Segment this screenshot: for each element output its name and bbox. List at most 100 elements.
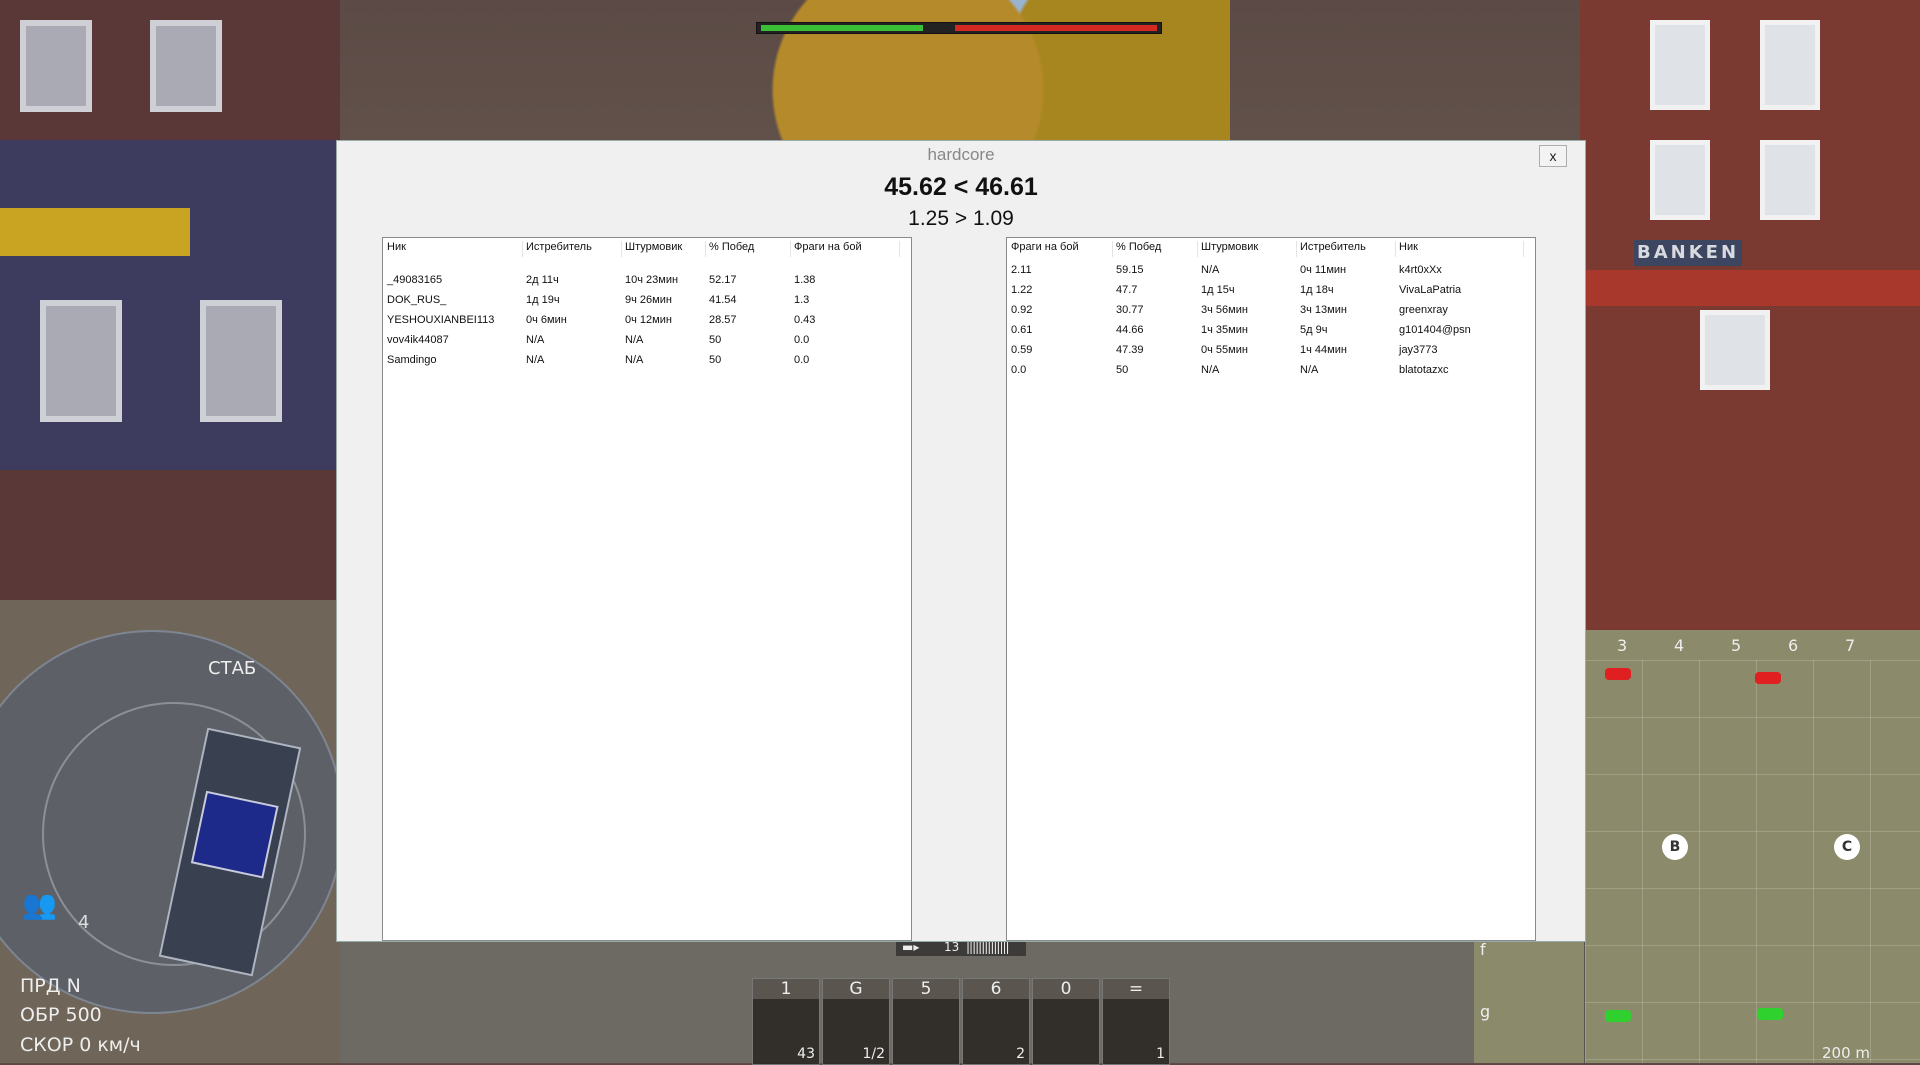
table-cell: 0ч 6мин [526, 314, 567, 326]
table-cell: 0.0 [794, 354, 810, 366]
window [20, 20, 92, 112]
table-cell: 0.0 [1011, 364, 1027, 376]
table-cell: greenxray [1399, 304, 1448, 316]
enemy-tank-marker [1755, 672, 1781, 684]
column-header[interactable]: Истребитель [526, 241, 622, 257]
column-header[interactable]: Штурмовик [1201, 241, 1297, 257]
table-row[interactable]: DOK_RUS_ 1д 19ч 9ч 26мин 41.54 1.3 [383, 290, 911, 310]
table-row[interactable]: YESHOUXIANBEI113 0ч 6мин 0ч 12мин 28.57 0.43 [383, 310, 911, 330]
column-header[interactable]: Фраги на бой [1011, 241, 1113, 257]
slot-count: 43 [797, 1046, 815, 1062]
right-team-table[interactable]: Фраги на бой% Побед Штурмовик Истребитель Н… [1006, 237, 1536, 941]
close-button[interactable]: x [1539, 145, 1567, 167]
slot-key: = [1103, 979, 1169, 999]
window [1760, 20, 1820, 110]
table-cell: 0ч 11мин [1300, 264, 1347, 276]
column-header[interactable]: % Побед [1116, 241, 1198, 257]
building-left [0, 0, 340, 620]
table-row[interactable]: 0.0 50 N/A N/A blatotazxc [1007, 360, 1535, 380]
action-slot[interactable]: = 1 [1102, 978, 1170, 1065]
table-row[interactable]: 1.22 47.7 1д 15ч 1д 18ч VivaLaPatria [1007, 280, 1535, 300]
table-cell: 1.3 [794, 294, 810, 306]
table-cell: 47.7 [1116, 284, 1138, 296]
action-slot[interactable]: 62 [962, 978, 1030, 1065]
table-cell: 28.57 [709, 314, 737, 326]
table-cell: DOK_RUS_ [387, 294, 447, 306]
gear-readout: ПРД N [20, 975, 81, 997]
table-cell: 5д 9ч [1300, 324, 1328, 336]
speed-readout: СКОР 0 км/ч [20, 1034, 141, 1056]
column-header[interactable]: Штурмовик [625, 241, 706, 257]
table-cell: 0.92 [1011, 304, 1033, 316]
stabilizer-label: СТАБ [208, 658, 257, 679]
stats-dialog: hardcore x 45.62 < 46.61 1.25 > 1.09 Ник… [336, 140, 1586, 942]
bank-sign: BANKEN [1634, 240, 1742, 266]
enemy-tank-marker [1605, 668, 1631, 680]
rpm-readout: ОБР 500 [20, 1004, 102, 1026]
minimap-grid [1585, 660, 1920, 1063]
ally-tank-marker [1605, 1010, 1631, 1022]
action-slot[interactable]: 1 43 [752, 978, 820, 1065]
table-row[interactable]: 2.11 59.15 N/A 0ч 11мин k4rt0xXx [1007, 260, 1535, 280]
table-cell: 2.11 [1011, 264, 1032, 276]
road [340, 940, 1580, 1063]
slot-key: 1 [753, 979, 819, 999]
crew-icon: 👥 [22, 888, 57, 921]
minimap[interactable]: 3 4 5 6 7 B C [1584, 630, 1920, 1063]
table-cell: N/A [526, 354, 545, 366]
column-header[interactable]: Истребитель [1300, 241, 1396, 257]
table-row[interactable]: 0.92 30.77 3ч 56мин 3ч 13мин greenxray [1007, 300, 1535, 320]
table-cell: 50 [1116, 364, 1129, 376]
window [1700, 310, 1770, 390]
window [40, 300, 122, 422]
window [200, 300, 282, 422]
table-cell: k4rt0xXx [1399, 264, 1442, 276]
table-row[interactable]: _49083165 2д 11ч 10ч 23мин 52.17 1.38 [383, 270, 911, 290]
action-slot[interactable]: 5 [892, 978, 960, 1065]
map-column-label: 5 [1731, 636, 1742, 655]
awning-red [1580, 270, 1920, 306]
table-cell: g101404@psn [1399, 324, 1471, 336]
column-header[interactable]: Фраги на бой [794, 241, 900, 257]
table-cell: 59.15 [1116, 264, 1144, 276]
table-cell: 1.38 [794, 274, 816, 286]
crew-count: 4 [78, 912, 90, 933]
action-slot[interactable]: 0 [1032, 978, 1100, 1065]
slot-count: 2 [1016, 1046, 1025, 1062]
friendly-health-fill [761, 25, 924, 31]
table-cell: N/A [1201, 364, 1220, 376]
table-row[interactable]: 0.61 44.66 1ч 35мин 5д 9ч g101404@psn [1007, 320, 1535, 340]
table-cell: YESHOUXIANBEI113 [387, 314, 495, 326]
table-cell: 0.59 [1011, 344, 1033, 356]
team-health-bar [756, 22, 1162, 34]
capture-point-b: B [1662, 834, 1688, 860]
column-header[interactable]: Ник [387, 241, 523, 257]
window [150, 20, 222, 112]
enemy-health-fill [955, 25, 1157, 31]
table-cell: 44.66 [1116, 324, 1144, 336]
map-scale: 200 m [1822, 1044, 1871, 1062]
table-cell: N/A [1201, 264, 1220, 276]
action-slot[interactable]: G 1/2 [822, 978, 890, 1065]
column-header[interactable]: Ник [1399, 241, 1524, 257]
table-row[interactable]: Samdingo N/A N/A 50 0.0 [383, 350, 911, 370]
map-row-label: f [1480, 940, 1486, 959]
left-team-table[interactable]: Ник Истребитель Штурмовик% Побед Фраги на б… [382, 237, 912, 941]
score-comparison: 45.62 < 46.61 [884, 173, 1038, 201]
table-row[interactable]: vov4ik44087 N/A N/A 50 0.0 [383, 330, 911, 350]
table-cell: 1ч 35мин [1201, 324, 1248, 336]
map-column-label: 4 [1674, 636, 1685, 655]
awning-yellow [0, 208, 190, 256]
map-column-label: 6 [1788, 636, 1799, 655]
table-cell: 50 [709, 354, 722, 366]
column-header[interactable]: % Побед [709, 241, 791, 257]
tank-turret [190, 790, 279, 879]
table-cell: jay3773 [1399, 344, 1438, 356]
table-cell: vov4ik44087 [387, 334, 449, 346]
table-cell: 10ч 23мин [625, 274, 679, 286]
table-row[interactable]: 0.59 47.39 0ч 55мин 1ч 44мин jay3773 [1007, 340, 1535, 360]
window [1760, 140, 1820, 220]
table-cell: 52.17 [709, 274, 737, 286]
slot-key: 5 [893, 979, 959, 999]
table-cell: 0.61 [1011, 324, 1033, 336]
